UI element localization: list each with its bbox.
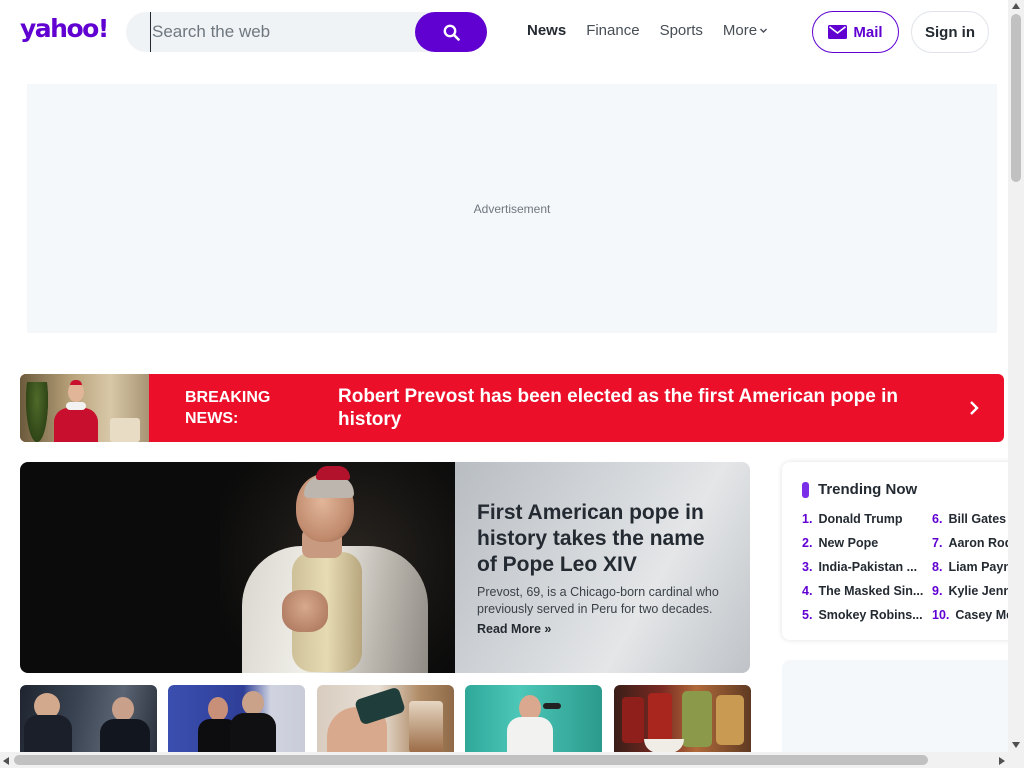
nav-more-label: More: [722, 22, 758, 39]
thumbnail-person: [208, 697, 228, 721]
scroll-left-arrow-icon[interactable]: [2, 756, 10, 766]
hero-description: Prevost, 69, is a Chicago-born cardinal …: [477, 585, 719, 616]
trending-rank: 3.: [802, 560, 813, 574]
header: yahoo! News Finance Sports More Mail Sig…: [0, 0, 1008, 64]
search-icon: [443, 24, 460, 41]
trending-label: Kylie Jenn: [948, 584, 1011, 598]
trending-title: Trending Now: [818, 481, 918, 498]
trending-label: Aaron Rod: [948, 536, 1013, 550]
trending-label: India-Pakistan ...: [818, 560, 918, 574]
breaking-news-banner[interactable]: BREAKING NEWS: Robert Prevost has been e…: [20, 374, 1004, 442]
thumbnail-bowl: [644, 739, 684, 753]
trending-label: New Pope: [818, 536, 879, 550]
yahoo-logo[interactable]: yahoo!: [20, 14, 109, 43]
thumbnail-figure-collar: [66, 402, 86, 410]
trending-column-1: 1. Donald Trump 2. New Pope 3. India-Pakist…: [802, 512, 924, 632]
trending-label: Bill Gates: [948, 512, 1007, 526]
thumbnail-microphone: [543, 703, 561, 709]
thumbnail-phone: [354, 686, 406, 726]
thumbnail-jar: [716, 695, 744, 745]
thumbnail-jar: [648, 693, 672, 743]
trending-now-card: Trending Now 1. Donald Trump 2. New Pope 3…: [782, 462, 1018, 640]
trending-item[interactable]: 2. New Pope: [802, 536, 924, 560]
scroll-right-arrow-icon[interactable]: [998, 756, 1006, 766]
breaking-news-label: BREAKING NEWS:: [185, 389, 271, 427]
thumbnail-person-suit: [24, 715, 72, 753]
thumbnail-person-jacket: [230, 713, 276, 753]
top-nav: News Finance Sports More: [527, 22, 788, 39]
trending-item[interactable]: 10. Casey Me: [932, 608, 1018, 632]
vertical-scrollbar-thumb[interactable]: [1011, 14, 1021, 182]
trending-rank: 8.: [932, 560, 943, 574]
hero-figure-hands: [282, 590, 328, 632]
chevron-down-icon: [760, 28, 768, 33]
hero-image: [20, 462, 455, 673]
mail-icon: [828, 25, 848, 39]
thumbnail-figure-robe: [54, 408, 98, 442]
story-thumbnail-4[interactable]: [465, 685, 602, 753]
thumbnail-figure-cap: [70, 380, 82, 385]
thumbnail-jar: [622, 697, 644, 743]
scroll-up-arrow-icon[interactable]: [1011, 2, 1021, 10]
nav-sports[interactable]: Sports: [660, 22, 703, 39]
scroll-down-arrow-icon[interactable]: [1011, 741, 1021, 749]
trending-column-2: 6. Bill Gates 7. Aaron Rod 8. Liam Payn 9. K…: [932, 512, 1018, 632]
trending-item[interactable]: 3. India-Pakistan ...: [802, 560, 924, 584]
thumbnail-singer-body: [507, 717, 553, 753]
read-more-link[interactable]: Read More »: [477, 622, 551, 636]
mail-label: Mail: [853, 23, 883, 41]
trending-rank: 1.: [802, 512, 813, 526]
trending-item[interactable]: 4. The Masked Sin...: [802, 584, 924, 608]
sign-in-button[interactable]: Sign in: [911, 11, 989, 53]
trending-rank: 6.: [932, 512, 943, 526]
search-box: [126, 12, 487, 52]
thumbnail-figure-head: [68, 382, 84, 402]
trending-item[interactable]: 7. Aaron Rod: [932, 536, 1018, 560]
trending-label: Smokey Robins...: [818, 608, 923, 622]
thumbnail-person: [112, 697, 134, 721]
horizontal-scrollbar-thumb[interactable]: [14, 755, 928, 765]
chevron-right-icon[interactable]: [964, 398, 984, 418]
search-button[interactable]: [415, 12, 487, 52]
thumbnail-drink: [409, 701, 443, 753]
thumbnail-person-suit: [100, 719, 150, 753]
trending-rank: 9.: [932, 584, 943, 598]
trending-label: The Masked Sin...: [818, 584, 924, 598]
nav-finance[interactable]: Finance: [586, 22, 639, 39]
advertisement-slot[interactable]: Advertisement: [27, 84, 997, 333]
trending-rank: 10.: [932, 608, 950, 622]
trending-rank: 2.: [802, 536, 813, 550]
trending-rank: 5.: [802, 608, 813, 622]
trending-item[interactable]: 6. Bill Gates: [932, 512, 1018, 536]
trending-item[interactable]: 1. Donald Trump: [802, 512, 924, 536]
breaking-news-thumbnail: [20, 374, 149, 442]
story-thumbnail-2[interactable]: [168, 685, 305, 753]
story-thumbnail-5[interactable]: [614, 685, 751, 753]
thumbnail-person: [242, 691, 264, 715]
breaking-news-headline[interactable]: Robert Prevost has been elected as the f…: [338, 385, 938, 431]
hero-text-panel: First American pope in history takes the…: [455, 462, 750, 673]
thumbnail-plant: [26, 382, 48, 442]
hero-title[interactable]: First American pope in history takes the…: [477, 500, 728, 578]
trending-item[interactable]: 8. Liam Payn: [932, 560, 1018, 584]
trending-rank: 7.: [932, 536, 943, 550]
thumbnail-jar: [682, 691, 712, 747]
trending-item[interactable]: 5. Smokey Robins...: [802, 608, 924, 632]
nav-more[interactable]: More: [723, 22, 768, 39]
hero-figure-cap: [316, 466, 350, 480]
trending-rank: 4.: [802, 584, 813, 598]
hero-story[interactable]: First American pope in history takes the…: [20, 462, 750, 673]
thumbnail-chair: [110, 418, 140, 442]
mail-button[interactable]: Mail: [812, 11, 899, 53]
trending-item[interactable]: 9. Kylie Jenn: [932, 584, 1018, 608]
trending-label: Liam Payn: [948, 560, 1011, 574]
trending-accent-bar: [802, 482, 809, 498]
advertisement-label: Advertisement: [473, 201, 551, 216]
search-input[interactable]: [150, 12, 410, 52]
trending-label: Casey Me: [955, 608, 1014, 622]
trending-label: Donald Trump: [818, 512, 903, 526]
story-thumbnail-3[interactable]: [317, 685, 454, 753]
story-thumbnail-1[interactable]: [20, 685, 157, 753]
nav-news[interactable]: News: [527, 22, 566, 39]
